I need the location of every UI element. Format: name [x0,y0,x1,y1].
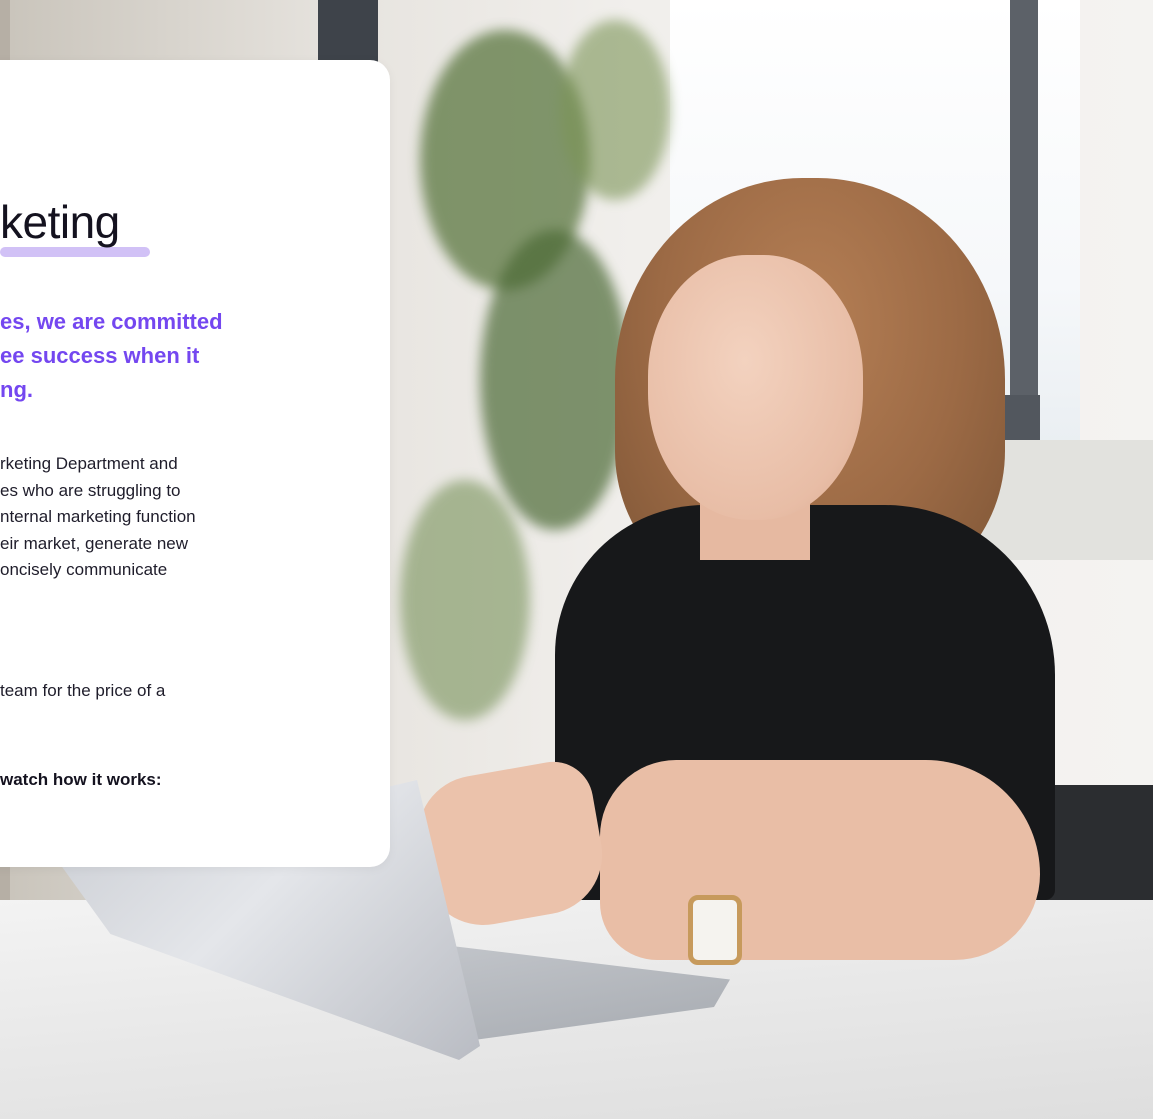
plant-leaves [400,480,530,720]
body-paragraph-2: team for the price of a [0,678,390,704]
wristwatch [688,895,742,965]
video-cta-text: watch how it works: [0,770,162,789]
body-line: team for the price of a [0,681,166,700]
lead-statement: es, we are committed ee success when it … [0,305,390,407]
woman-arm [600,760,1040,960]
body-paragraph: rketing Department and es who are strugg… [0,451,390,584]
body-line: es who are struggling to [0,480,181,500]
lead-line: es, we are committed [0,309,223,334]
lead-line: ee success when it [0,343,200,368]
lead-line: ng. [0,377,33,402]
body-line: rketing Department and [0,454,178,473]
body-line: nternal marketing function [0,507,196,526]
body-line: eir market, generate new [0,533,189,553]
plant-leaves [480,230,630,530]
section-heading: keting [0,195,120,249]
body-line: oncisely communicate [0,560,168,579]
heading-text: keting [0,196,120,248]
woman-face [648,255,863,520]
plant-leaves [560,20,670,200]
content-card: keting es, we are committed ee success w… [0,60,390,867]
